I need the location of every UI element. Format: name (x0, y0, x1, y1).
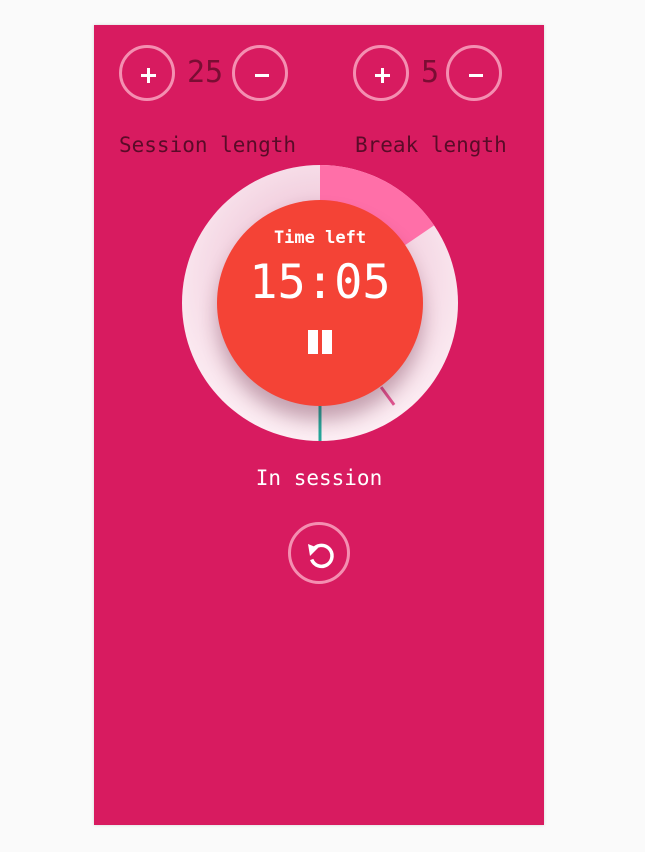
session-length-label: Session length (119, 133, 297, 157)
time-remaining: 15:05 (249, 255, 391, 310)
reset-button[interactable] (288, 522, 350, 584)
break-decrement-button[interactable] (446, 45, 502, 101)
minus-icon (469, 74, 483, 77)
break-increment-button[interactable] (353, 45, 409, 101)
timer-face: Time left 15:05 (217, 200, 423, 406)
pause-icon (308, 330, 332, 354)
timer-dial: Time left 15:05 (182, 165, 458, 441)
break-length-label: Break length (355, 133, 507, 157)
plus-icon (141, 68, 156, 83)
time-left-label: Time left (273, 228, 367, 248)
session-length-value: 25 (187, 55, 224, 90)
pomodoro-app: 25 Session length 5 Break length Time le… (94, 25, 544, 825)
session-increment-button[interactable] (119, 45, 175, 101)
session-decrement-button[interactable] (232, 45, 288, 101)
reset-icon (308, 543, 334, 569)
minus-icon (255, 74, 269, 77)
session-status: In session (255, 466, 383, 490)
pause-button[interactable] (302, 324, 338, 360)
break-length-value: 5 (421, 55, 440, 90)
plus-icon (375, 68, 390, 83)
